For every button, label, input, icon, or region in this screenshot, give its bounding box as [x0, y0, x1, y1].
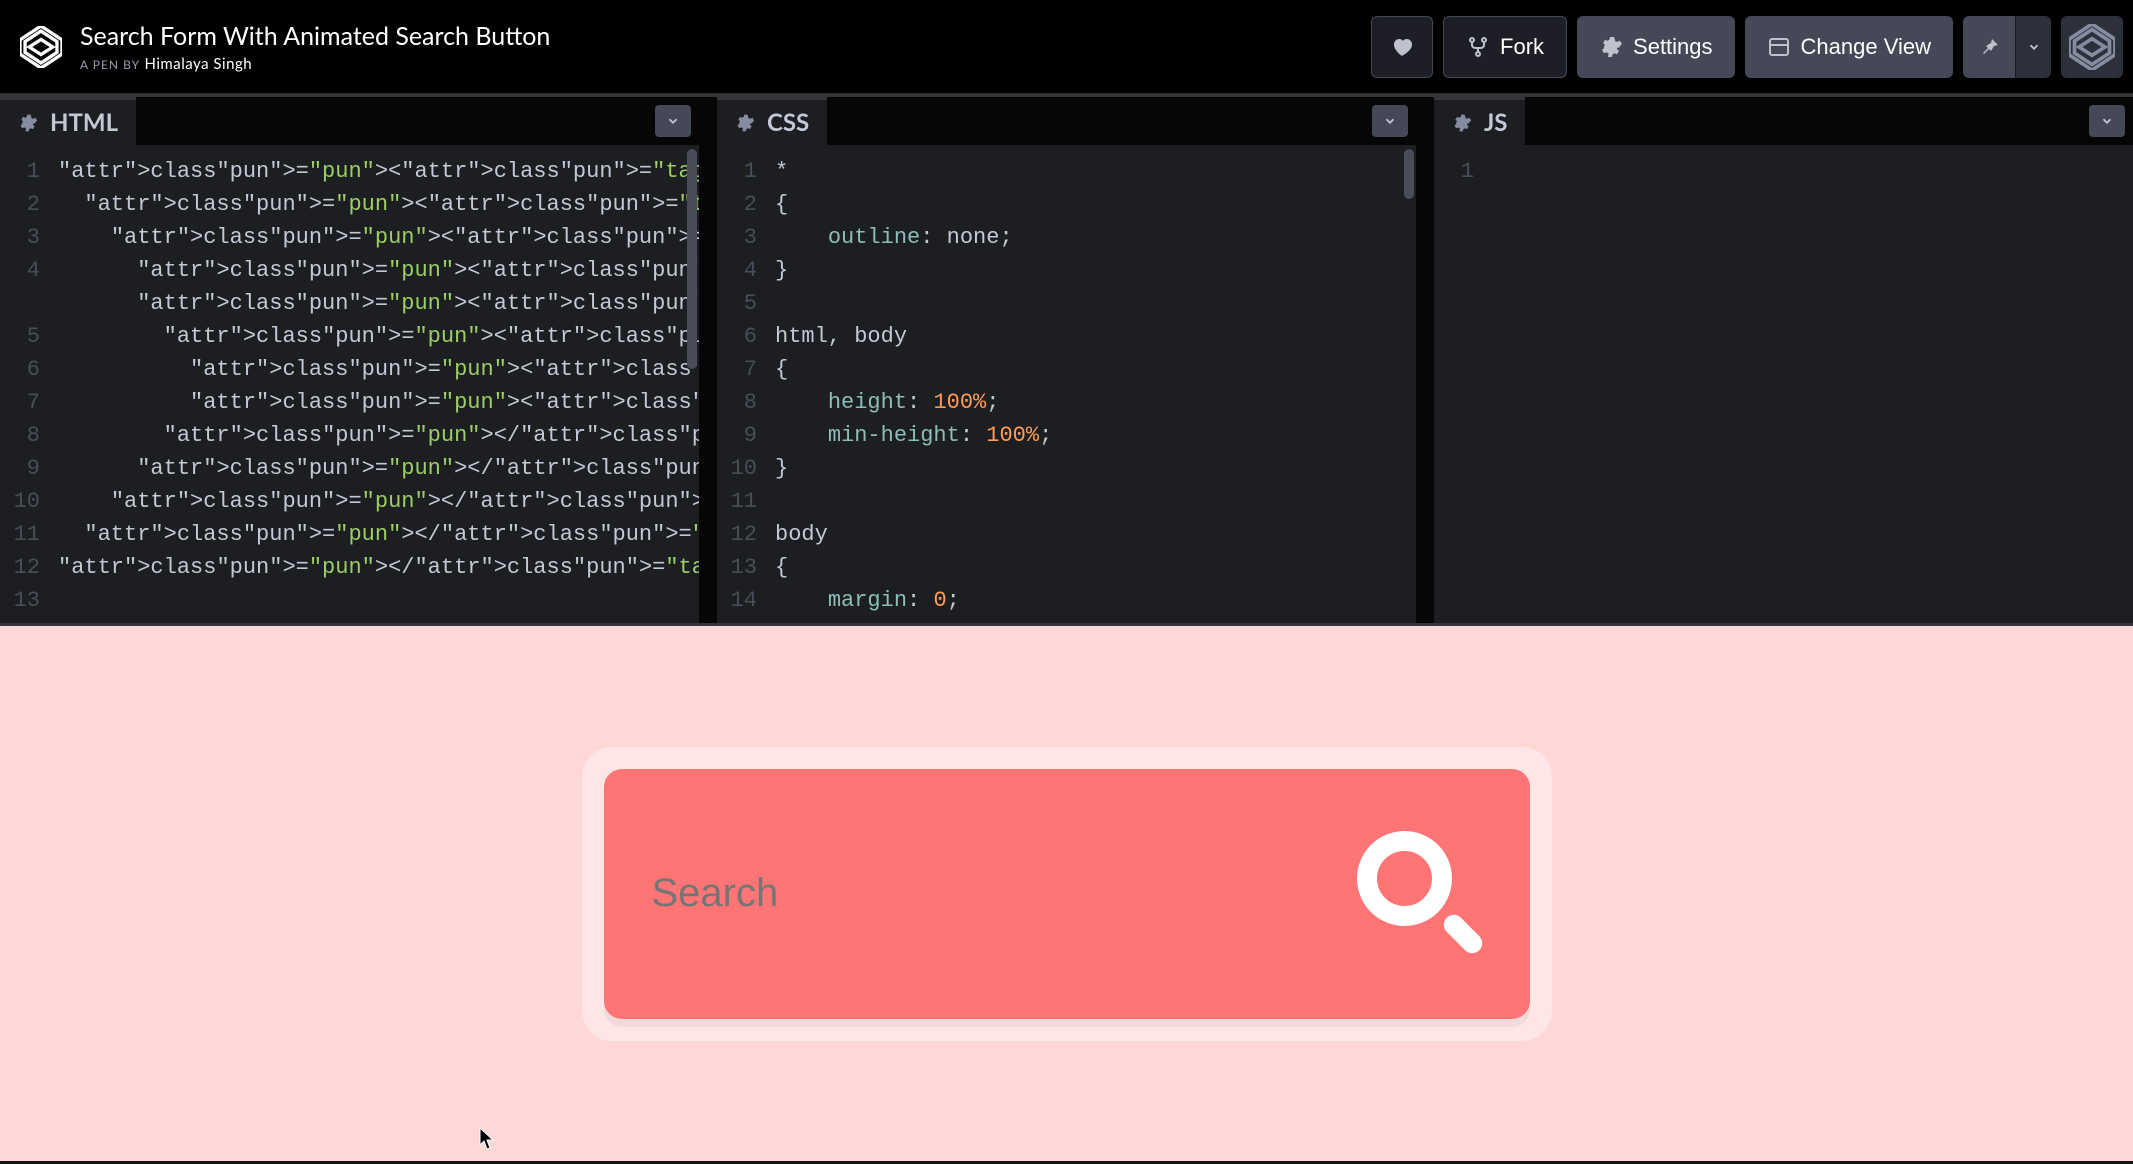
scrollbar[interactable]	[1404, 149, 1414, 199]
layout-icon	[1767, 35, 1791, 59]
search-icon	[1357, 831, 1452, 926]
heart-icon	[1390, 35, 1414, 59]
pin-icon	[1977, 35, 2001, 59]
top-header: Search Form With Animated Search Button …	[0, 0, 2133, 94]
search-submit-button[interactable]	[1357, 831, 1482, 956]
cursor-icon	[478, 1127, 496, 1155]
html-code-area[interactable]: 12345678910111213 "attr">class"pun">="pu…	[0, 145, 699, 623]
css-panel: CSS 1234567891011121314 * { outline: non…	[717, 97, 1434, 623]
js-code[interactable]	[1486, 145, 2133, 623]
pen-byline: A PEN BY Himalaya Singh	[80, 55, 550, 73]
css-code-area[interactable]: 1234567891011121314 * { outline: none; }…	[717, 145, 1416, 623]
css-gutter: 1234567891011121314	[717, 145, 769, 623]
pin-button[interactable]	[1963, 16, 2015, 78]
chevron-down-icon	[2100, 114, 2114, 128]
pin-dropdown[interactable]	[2015, 16, 2051, 78]
codepen-avatar-icon	[2069, 24, 2115, 70]
html-code[interactable]: "attr">class"pun">="pun"><"attr">class"p…	[52, 145, 699, 623]
header-right: Fork Settings Change View	[1371, 16, 2123, 78]
preview-pane	[0, 626, 2133, 1161]
codepen-logo[interactable]	[20, 26, 62, 68]
chevron-down-icon	[2027, 40, 2041, 54]
html-gutter: 12345678910111213	[0, 145, 52, 623]
scrollbar[interactable]	[687, 149, 697, 369]
search-form[interactable]	[604, 769, 1530, 1019]
gear-icon	[735, 113, 755, 133]
fork-button[interactable]: Fork	[1443, 16, 1567, 78]
codepen-logo-icon	[20, 26, 62, 68]
love-button[interactable]	[1371, 16, 1433, 78]
chevron-down-icon	[1383, 114, 1397, 128]
gear-icon	[1599, 35, 1623, 59]
css-panel-menu[interactable]	[1372, 105, 1408, 137]
html-tab[interactable]: HTML	[0, 97, 136, 145]
css-tab[interactable]: CSS	[717, 97, 827, 145]
search-icon-handle	[1439, 911, 1486, 958]
js-panel-header: JS	[1434, 97, 2133, 145]
fork-icon	[1466, 35, 1490, 59]
gear-icon	[1452, 113, 1472, 133]
search-input[interactable]	[652, 871, 1357, 916]
chevron-down-icon	[666, 114, 680, 128]
js-code-area[interactable]: 1	[1434, 145, 2133, 623]
css-panel-header: CSS	[717, 97, 1416, 145]
author-link[interactable]: Himalaya Singh	[144, 55, 252, 73]
editors-row: HTML 12345678910111213 "attr">class"pun"…	[0, 94, 2133, 626]
pen-title[interactable]: Search Form With Animated Search Button	[80, 21, 550, 51]
change-view-button[interactable]: Change View	[1745, 16, 1953, 78]
html-panel-header: HTML	[0, 97, 699, 145]
html-panel: HTML 12345678910111213 "attr">class"pun"…	[0, 97, 717, 623]
js-tab[interactable]: JS	[1434, 97, 1525, 145]
settings-button[interactable]: Settings	[1577, 16, 1735, 78]
gear-icon	[18, 113, 38, 133]
js-gutter: 1	[1434, 145, 1486, 623]
header-left: Search Form With Animated Search Button …	[20, 21, 550, 73]
html-panel-menu[interactable]	[655, 105, 691, 137]
js-panel-menu[interactable]	[2089, 105, 2125, 137]
css-code[interactable]: * { outline: none; } html, body { height…	[769, 145, 1416, 623]
search-cover	[582, 747, 1552, 1041]
title-block: Search Form With Animated Search Button …	[80, 21, 550, 73]
user-avatar[interactable]	[2061, 16, 2123, 78]
js-panel: JS 1	[1434, 97, 2133, 623]
